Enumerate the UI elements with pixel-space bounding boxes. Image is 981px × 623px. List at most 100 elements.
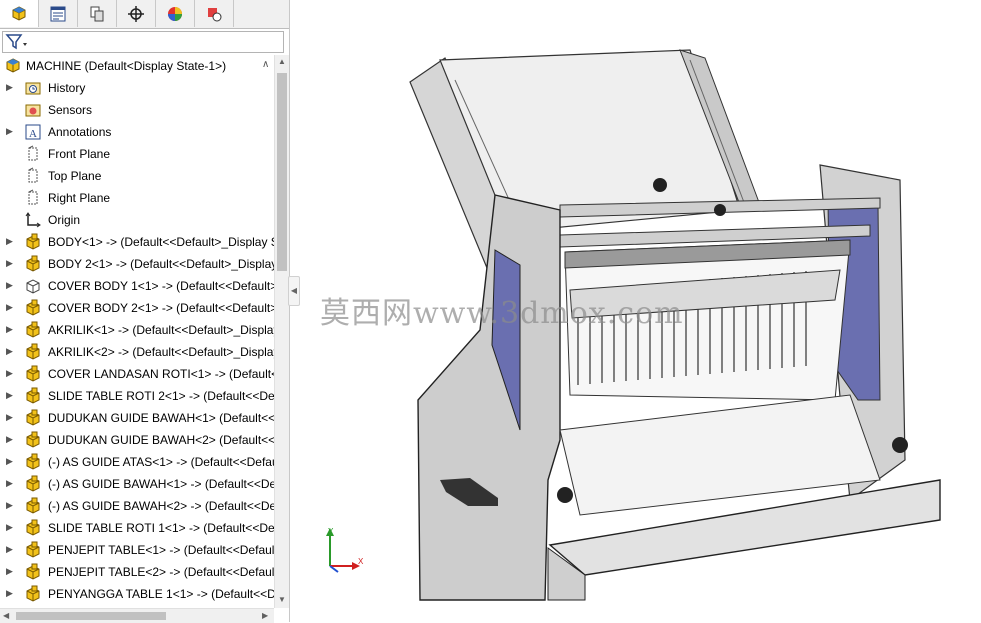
scroll-up-icon[interactable]: ▲ (278, 57, 286, 66)
part-icon (26, 299, 40, 316)
tree-item-label: Sensors (48, 103, 93, 117)
tree-item[interactable]: ▶ SLIDE TABLE ROTI 2<1> -> (Default<<Defa (0, 385, 274, 407)
dimxpert-manager-tab[interactable] (117, 0, 156, 27)
configuration-manager-tab[interactable] (78, 0, 117, 27)
expand-arrow-icon[interactable]: ▶ (6, 434, 13, 445)
tree-item[interactable]: ▶ SLIDE TABLE ROTI 1<1> -> (Default<<Defa (0, 517, 274, 539)
scroll-right-icon[interactable]: ▶ (262, 611, 268, 620)
tree-item-label: AKRILIK<1> -> (Default<<Default>_Display (48, 323, 274, 337)
expand-arrow-icon[interactable]: ▶ (6, 522, 13, 533)
tree-item-label: (-) AS GUIDE BAWAH<1> -> (Default<<De (48, 477, 274, 491)
tree-item[interactable]: ▶ COVER BODY 2<1> -> (Default<<Default> (0, 297, 274, 319)
expand-arrow-icon[interactable]: ▶ (6, 390, 13, 401)
tree-item[interactable]: ▶ PENJEPIT TABLE<1> -> (Default<<Default> (0, 539, 274, 561)
panel-tabs (0, 0, 289, 29)
horizontal-scrollbar[interactable]: ◀ ▶ (0, 608, 274, 623)
tree-item-label: PENJEPIT TABLE<1> -> (Default<<Default> (48, 543, 274, 557)
vertical-scrollbar[interactable]: ▲ ▼ (274, 55, 289, 608)
expand-arrow-icon[interactable]: ▶ (6, 456, 13, 467)
part-icon (26, 233, 40, 250)
tree-item[interactable]: Top Plane (0, 165, 274, 187)
tree-item[interactable]: ▶ (-) AS GUIDE BAWAH<2> -> (Default<<De (0, 495, 274, 517)
expand-arrow-icon[interactable]: ▶ (6, 544, 13, 555)
part-icon (26, 409, 40, 426)
tree-item[interactable]: Right Plane (0, 187, 274, 209)
axis-triad: Y X (326, 527, 364, 573)
tree-item[interactable]: ▶ A Annotations (0, 121, 274, 143)
tree-item-label: COVER BODY 2<1> -> (Default<<Default> (48, 301, 274, 315)
tree-item[interactable]: Origin (0, 209, 274, 231)
horizontal-scroll-thumb[interactable] (16, 612, 166, 620)
tree-item[interactable]: ▶ BODY<1> -> (Default<<Default>_Display S (0, 231, 274, 253)
tree-item[interactable]: ▶ DUDUKAN GUIDE BAWAH<1> (Default<<D (0, 407, 274, 429)
scroll-down-icon[interactable]: ▼ (278, 595, 286, 604)
vertical-scroll-thumb[interactable] (277, 73, 287, 271)
part-outline-icon (26, 279, 40, 294)
axis-y-label: Y (328, 527, 334, 536)
expand-arrow-icon[interactable]: ▶ (6, 566, 13, 577)
tree-item-label: MACHINE (Default<Display State-1>) (26, 59, 227, 73)
tree-item[interactable]: ▶ COVER LANDASAN ROTI<1> -> (Default<< (0, 363, 274, 385)
tree-item-label: Origin (48, 213, 81, 227)
tree-item-label: History (48, 81, 86, 95)
part-icon (26, 387, 40, 404)
expand-arrow-icon[interactable]: ▶ (6, 500, 13, 511)
tree-item-label: Top Plane (48, 169, 102, 183)
part-icon (26, 453, 40, 470)
tree-item[interactable]: Sensors (0, 99, 274, 121)
filter-box[interactable] (2, 31, 284, 53)
display-manager-tab[interactable] (156, 0, 195, 27)
property-manager-tab[interactable] (39, 0, 78, 27)
expand-arrow-icon[interactable]: ▶ (6, 280, 13, 291)
tree-item-label: BODY<1> -> (Default<<Default>_Display S (48, 235, 274, 249)
annotations-icon: A (25, 124, 41, 140)
tree-item[interactable]: ▶ AKRILIK<1> -> (Default<<Default>_Displa… (0, 319, 274, 341)
plane-icon (28, 145, 38, 161)
collapse-icon[interactable]: ∧ (262, 59, 269, 70)
tree-item[interactable]: ▶ COVER BODY 1<1> -> (Default<<Default> (0, 275, 274, 297)
expand-arrow-icon[interactable]: ▶ (6, 368, 13, 379)
scroll-left-icon[interactable]: ◀ (3, 611, 9, 620)
tree-item[interactable]: ▶ AKRILIK<2> -> (Default<<Default>_Displa… (0, 341, 274, 363)
assembly-icon (6, 58, 20, 73)
tree-item[interactable]: Front Plane (0, 143, 274, 165)
panel-collapse-grip[interactable]: ◀ (288, 276, 300, 306)
part-icon (26, 563, 40, 580)
tree-item-label: BODY 2<1> -> (Default<<Default>_Display (48, 257, 274, 271)
featuremanager-icon (12, 5, 26, 21)
tree-item-label: PENJEPIT TABLE<2> -> (Default<<Default> (48, 565, 274, 579)
expand-arrow-icon[interactable]: ▶ (6, 302, 13, 313)
extra-tab[interactable] (195, 0, 234, 27)
tree-item-label: SLIDE TABLE ROTI 2<1> -> (Default<<Defa (48, 389, 274, 403)
tree-item[interactable]: ▶ PENYANGGA TABLE 1<1> -> (Default<<De (0, 583, 274, 605)
plane-icon (28, 167, 38, 183)
origin-icon (25, 212, 41, 228)
tree-item-label: (-) AS GUIDE ATAS<1> -> (Default<<Defau (48, 455, 274, 469)
tree-item[interactable]: ▶ PENJEPIT TABLE<2> -> (Default<<Default> (0, 561, 274, 583)
expand-arrow-icon[interactable]: ▶ (6, 258, 13, 269)
part-icon (26, 343, 40, 360)
expand-arrow-icon[interactable]: ▶ (6, 126, 13, 137)
feature-tree: MACHINE (Default<Display State-1>) ∧ ▶ Hist… (0, 55, 274, 608)
expand-arrow-icon[interactable]: ▶ (6, 236, 13, 247)
appearance-sphere-icon (168, 6, 182, 21)
expand-arrow-icon[interactable]: ▶ (6, 82, 13, 93)
graphics-viewport[interactable]: 莫西网www.3dmox.com Y X (300, 0, 981, 622)
expand-arrow-icon[interactable]: ▶ (6, 588, 13, 599)
tree-item-label: AKRILIK<2> -> (Default<<Default>_Display (48, 345, 274, 359)
expand-arrow-icon[interactable]: ▶ (6, 346, 13, 357)
expand-arrow-icon[interactable]: ▶ (6, 478, 13, 489)
feature-manager-tab[interactable] (0, 0, 39, 27)
tree-item[interactable]: ▶ History (0, 77, 274, 99)
part-icon (26, 519, 40, 536)
tree-root-item[interactable]: MACHINE (Default<Display State-1>) (0, 55, 274, 77)
propertymanager-icon (50, 6, 66, 21)
plane-icon (28, 189, 38, 205)
tree-item[interactable]: ▶ (-) AS GUIDE BAWAH<1> -> (Default<<De (0, 473, 274, 495)
expand-arrow-icon[interactable]: ▶ (6, 412, 13, 423)
expand-arrow-icon[interactable]: ▶ (6, 324, 13, 335)
tree-item[interactable]: ▶ (-) AS GUIDE ATAS<1> -> (Default<<Defau (0, 451, 274, 473)
tree-item[interactable]: ▶ DUDUKAN GUIDE BAWAH<2> (Default<<D (0, 429, 274, 451)
part-icon (26, 255, 40, 272)
tree-item[interactable]: ▶ BODY 2<1> -> (Default<<Default>_Display (0, 253, 274, 275)
